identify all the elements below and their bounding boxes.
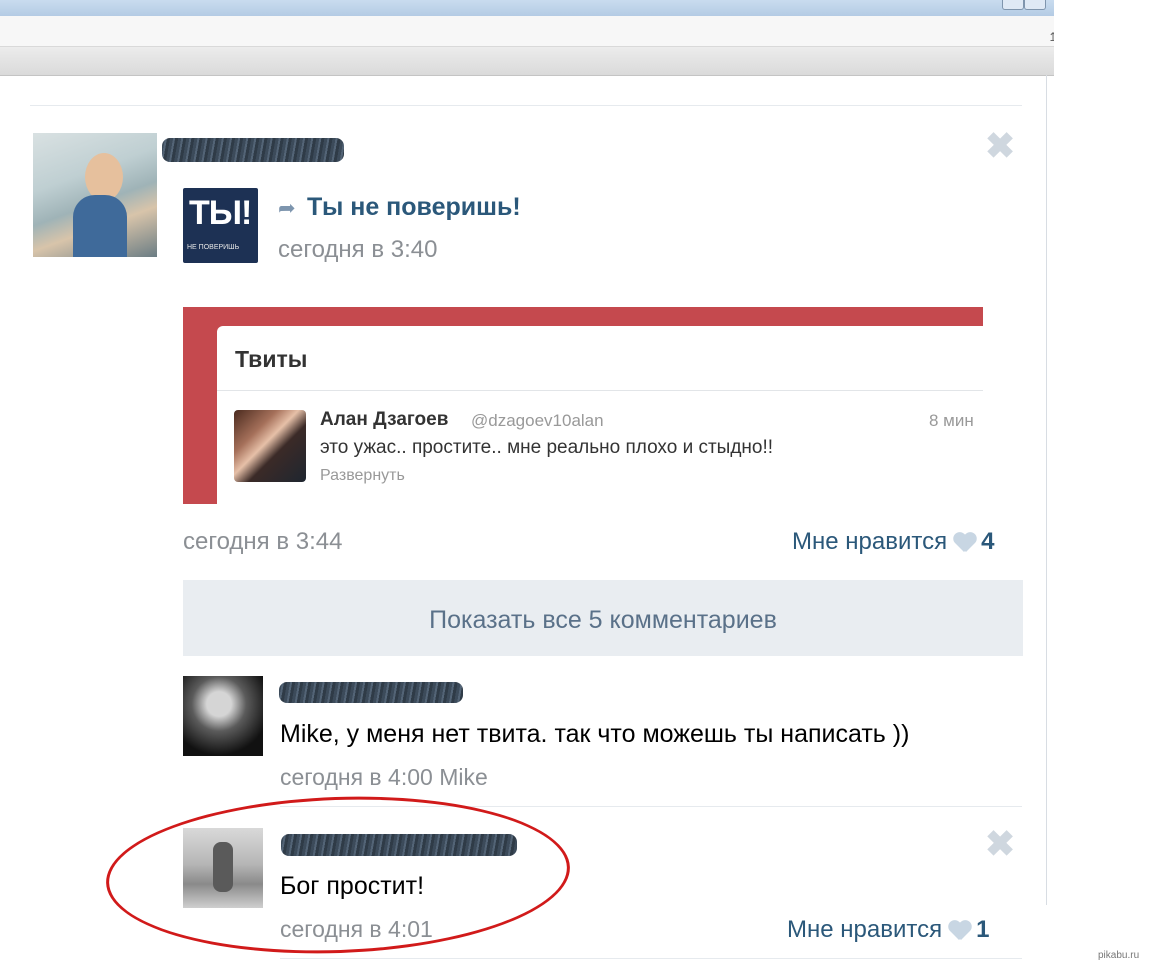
tweet-author-avatar [234,410,306,482]
tweets-header: Твиты [235,346,308,372]
post-author-name-redacted[interactable] [162,138,344,162]
show-all-comments-button[interactable]: Показать все 5 комментариев [183,580,1023,656]
tweet-text: это ужас.. простите.. мне реально плохо … [320,437,774,458]
browser-address-bar[interactable] [0,16,1054,47]
page-frame-border [1046,75,1047,905]
close-icon[interactable]: ✖ [985,826,1015,862]
group-logo-text: ТЫ! [189,194,252,232]
post-author-avatar[interactable] [33,133,157,257]
tweet-age: 8 мин [929,411,974,430]
like-label: Мне нравится [787,916,943,943]
like-count: 4 [981,528,995,555]
maximize-window-button[interactable] [1024,0,1046,10]
avatar-body [73,195,127,257]
share-arrow-icon: ➦ [278,197,296,220]
annotation-ellipse [103,788,573,962]
tweet-author-name: Алан Дзагоев [320,409,449,430]
browser-titlebar [0,0,1054,16]
watermark: pikabu.ru [1098,950,1140,961]
page-margin [1054,0,1152,965]
browser-toolbar [0,47,1054,76]
heart-icon [953,533,977,553]
shared-post-time[interactable]: сегодня в 3:40 [278,236,437,264]
comment-divider [280,958,1022,959]
heart-icon [948,921,972,941]
tweet-expand-link: Развернуть [320,467,405,484]
avatar-face [85,153,123,201]
comment-author-avatar[interactable] [183,676,263,756]
comment-like-button[interactable]: Мне нравится 1 [787,916,989,944]
tweet-author-handle: @dzagoev10alan [471,411,604,430]
post-like-button[interactable]: Мне нравится 4 [792,528,994,556]
comment-reply-to[interactable]: Mike [439,764,488,790]
restore-window-button[interactable] [1002,0,1024,10]
close-icon[interactable]: ✖ [985,128,1015,164]
show-all-comments-label: Показать все 5 комментариев [429,606,777,634]
group-logo[interactable]: ТЫ! НЕ ПОВЕРИШЬ [183,188,258,263]
comment-meta: сегодня в 4:00 Mike [280,764,488,791]
group-logo-subtext: НЕ ПОВЕРИШЬ [187,244,240,251]
comment-time[interactable]: сегодня в 4:00 [280,764,433,790]
post-time[interactable]: сегодня в 3:44 [183,528,342,556]
like-count: 1 [976,916,990,943]
comment-author-name-redacted[interactable] [279,682,463,703]
like-label: Мне нравится [792,528,948,555]
tweets-divider [217,390,983,391]
comment-text: Mike, у меня нет твита. так что можешь т… [280,720,910,748]
shared-group-title[interactable]: Ты не поверишь! [307,193,521,222]
post-divider [30,105,1022,106]
